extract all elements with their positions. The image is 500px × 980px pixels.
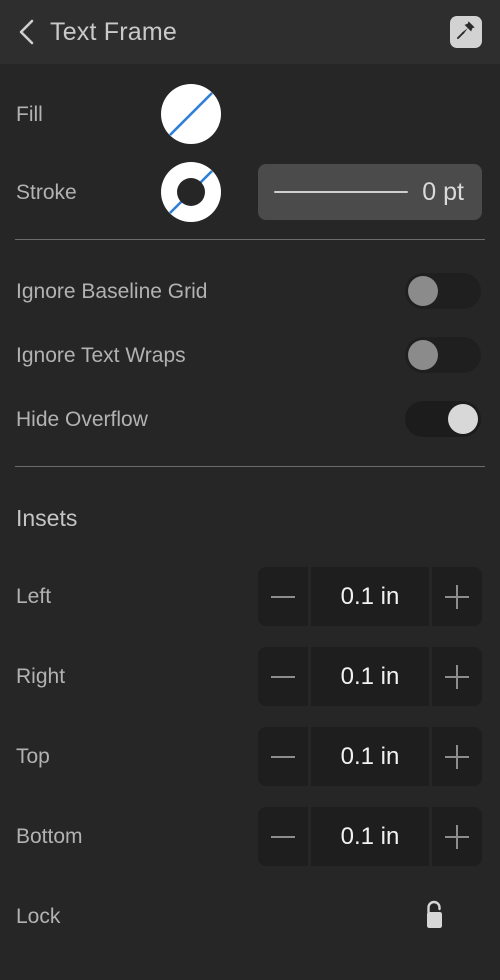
chevron-left-icon (17, 16, 37, 48)
inset-right-increment-button[interactable] (432, 647, 482, 706)
divider-insets (15, 466, 485, 467)
panel-header: Text Frame (0, 0, 500, 64)
lock-row: Lock (0, 898, 500, 934)
stroke-preview-line (274, 191, 409, 193)
unlocked-padlock-icon[interactable] (421, 898, 449, 932)
toggle-knob (408, 340, 438, 370)
inset-top-increment-button[interactable] (432, 727, 482, 786)
fill-swatch-button[interactable] (160, 83, 222, 145)
inset-top-value[interactable]: 0.1 in (311, 727, 429, 786)
page-title: Text Frame (50, 17, 178, 46)
lock-label: Lock (16, 905, 61, 928)
none-stroke-donut-icon (160, 161, 222, 223)
insets-section-title: Insets (16, 505, 78, 531)
option-row-hide-overflow: Hide Overflow (0, 401, 500, 437)
plus-icon (445, 664, 469, 689)
ignore-text-wraps-toggle[interactable] (405, 337, 481, 373)
inset-left-increment-button[interactable] (432, 567, 482, 626)
option-row-ignore-baseline-grid: Ignore Baseline Grid (0, 273, 500, 309)
inset-top-stepper: 0.1 in (258, 727, 482, 786)
toggle-knob (448, 404, 478, 434)
hide-overflow-toggle[interactable] (405, 401, 481, 437)
inset-row-left: Left 0.1 in (0, 567, 500, 626)
fill-row: Fill (0, 83, 500, 145)
text-frame-panel: Text Frame Fill Stroke 0 pt Ignore Basel… (0, 0, 500, 980)
inset-left-value[interactable]: 0.1 in (311, 567, 429, 626)
hide-overflow-label: Hide Overflow (16, 407, 148, 431)
none-fill-circle-icon (160, 83, 222, 145)
inset-left-label: Left (16, 585, 52, 608)
plus-icon (445, 744, 469, 769)
inset-row-bottom: Bottom 0.1 in (0, 807, 500, 866)
stroke-label: Stroke (16, 180, 77, 204)
inset-row-top: Top 0.1 in (0, 727, 500, 786)
divider-appearance (15, 239, 485, 240)
inset-top-decrement-button[interactable] (258, 727, 308, 786)
back-button[interactable] (0, 0, 54, 64)
option-row-ignore-text-wraps: Ignore Text Wraps (0, 337, 500, 373)
inset-bottom-increment-button[interactable] (432, 807, 482, 866)
inset-right-stepper: 0.1 in (258, 647, 482, 706)
toggle-knob (408, 276, 438, 306)
inset-row-right: Right 0.1 in (0, 647, 500, 706)
pin-panel-button[interactable] (450, 16, 482, 48)
inset-left-stepper: 0.1 in (258, 567, 482, 626)
inset-top-label: Top (16, 745, 50, 768)
plus-icon (445, 824, 469, 849)
stroke-width-value: 0 pt (422, 177, 464, 206)
inset-right-value[interactable]: 0.1 in (311, 647, 429, 706)
pushpin-icon (455, 19, 477, 46)
stroke-width-field[interactable]: 0 pt (258, 164, 482, 220)
minus-icon (271, 665, 295, 689)
plus-icon (445, 584, 469, 609)
fill-label: Fill (16, 102, 43, 126)
inset-right-decrement-button[interactable] (258, 647, 308, 706)
minus-icon (271, 825, 295, 849)
stroke-swatch-button[interactable] (160, 161, 222, 223)
inset-left-decrement-button[interactable] (258, 567, 308, 626)
ignore-baseline-grid-label: Ignore Baseline Grid (16, 279, 208, 303)
minus-icon (271, 585, 295, 609)
inset-bottom-stepper: 0.1 in (258, 807, 482, 866)
ignore-text-wraps-label: Ignore Text Wraps (16, 343, 186, 367)
inset-bottom-value[interactable]: 0.1 in (311, 807, 429, 866)
ignore-baseline-grid-toggle[interactable] (405, 273, 481, 309)
inset-bottom-decrement-button[interactable] (258, 807, 308, 866)
inset-right-label: Right (16, 665, 66, 688)
minus-icon (271, 745, 295, 769)
inset-bottom-label: Bottom (16, 825, 83, 848)
